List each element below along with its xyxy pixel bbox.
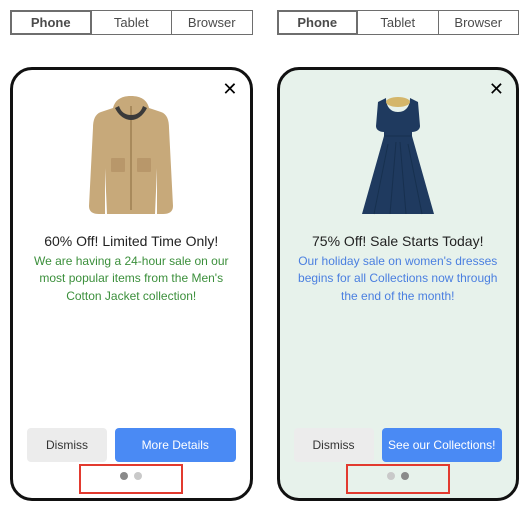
close-icon[interactable]: ✕ [489, 80, 504, 98]
panel-right: Phone Tablet Browser ✕ 75% Off! Sale Sta… [277, 10, 520, 501]
headline: 60% Off! Limited Time Only! [27, 233, 236, 249]
button-row: Dismiss See our Collections! [294, 428, 503, 462]
dot-1[interactable] [387, 472, 395, 480]
button-row: Dismiss More Details [27, 428, 236, 462]
panel-left: Phone Tablet Browser ✕ 60% Off! Limited … [10, 10, 253, 501]
tab-phone[interactable]: Phone [278, 11, 359, 34]
device-tabs: Phone Tablet Browser [277, 10, 520, 35]
phone-frame-left: ✕ 60% Off! Limited Time Only! We are hav… [10, 67, 253, 501]
dismiss-button[interactable]: Dismiss [27, 428, 107, 462]
dot-1[interactable] [120, 472, 128, 480]
tab-browser[interactable]: Browser [439, 11, 519, 34]
dot-2[interactable] [134, 472, 142, 480]
tab-tablet[interactable]: Tablet [358, 11, 439, 34]
see-collections-button[interactable]: See our Collections! [382, 428, 503, 462]
description: We are having a 24-hour sale on our most… [27, 253, 236, 305]
headline: 75% Off! Sale Starts Today! [294, 233, 503, 249]
hero-image-jacket [27, 88, 236, 223]
device-tabs: Phone Tablet Browser [10, 10, 253, 35]
description: Our holiday sale on women's dresses begi… [294, 253, 503, 305]
tab-phone[interactable]: Phone [11, 11, 92, 34]
hero-image-dress [294, 88, 503, 223]
pagination-dots [294, 468, 503, 484]
more-details-button[interactable]: More Details [115, 428, 236, 462]
pagination-dots [27, 468, 236, 484]
dismiss-button[interactable]: Dismiss [294, 428, 374, 462]
tab-tablet[interactable]: Tablet [92, 11, 173, 34]
tab-browser[interactable]: Browser [172, 11, 252, 34]
phone-frame-right: ✕ 75% Off! Sale Starts Today! Our holida… [277, 67, 520, 501]
dot-2[interactable] [401, 472, 409, 480]
close-icon[interactable]: ✕ [222, 80, 237, 98]
